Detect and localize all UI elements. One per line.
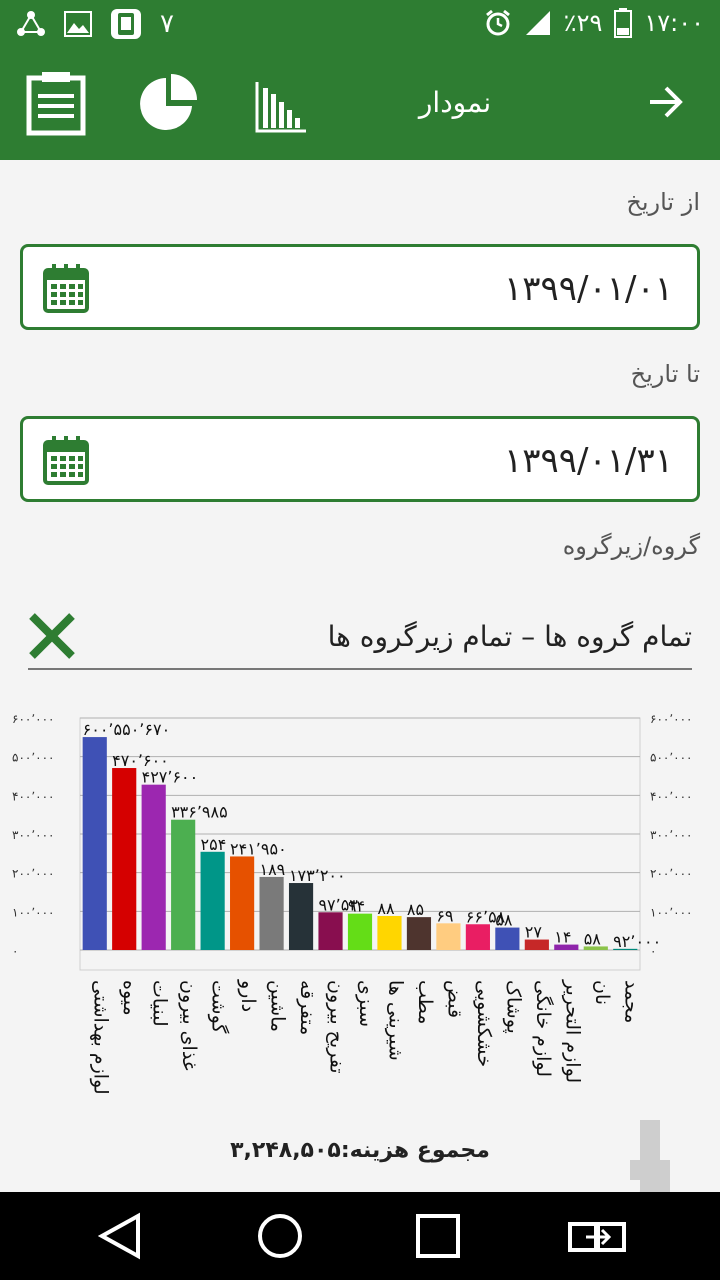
page-title: نمودار: [418, 86, 492, 119]
bar: [377, 915, 402, 950]
image-icon: [64, 11, 92, 37]
category-label: مطب: [414, 980, 436, 1024]
close-icon[interactable]: [28, 612, 76, 660]
category-label: نان: [591, 980, 613, 1005]
y-tick-label-right: ۵۰۰٬۰۰۰: [650, 751, 693, 765]
to-date-label: تا تاریخ: [630, 360, 700, 388]
category-label: قبض: [443, 980, 465, 1018]
category-label: تفریح بیرون: [326, 980, 348, 1074]
bar-value-label: ۳۳۶٬۹۸۵: [171, 803, 228, 822]
bar: [495, 927, 520, 950]
bar-value-label: ۲۵۴: [201, 835, 227, 854]
expense-bar-chart: ۰ ۰ ۱۰۰٬۰۰۰ ۱۰۰٬۰۰۰ ۲۰۰٬۰۰۰ ۲۰۰٬۰۰۰ ۳۰۰٬۰۰۰ ۳۰۰…: [0, 690, 720, 1150]
y-tick-label-left: ۳۰۰٬۰۰۰: [12, 828, 55, 842]
bar-value-label: ۶۰۰٬۵۵۰٬۶۷۰: [83, 720, 171, 739]
bar-value-label: ۶۹: [436, 906, 453, 925]
y-tick-label-right: ۱۰۰٬۰۰۰: [650, 905, 693, 919]
group-filter-text: تمام گروه ها – تمام زیرگروه ها: [327, 620, 692, 653]
bar-value-label: ۱۷۳٬۲۰۰: [289, 866, 346, 885]
bar-value-label: ۱۸۹: [259, 860, 285, 879]
y-tick-label-left: ۶۰۰٬۰۰۰: [12, 712, 55, 726]
app-icon: [111, 9, 141, 39]
bar: [347, 913, 373, 950]
bar: [230, 856, 255, 950]
y-tick-label-right: ۴۰۰٬۰۰۰: [650, 789, 693, 803]
report-icon[interactable]: [26, 70, 86, 136]
category-label: غذای بیرون: [178, 980, 200, 1071]
category-label: خشکشویی: [473, 980, 495, 1067]
category-label: شیرینی ها: [384, 980, 406, 1061]
to-date-value: ۱۳۹۹/۰۱/۳۱: [503, 441, 673, 481]
group-label: گروه/زیرگروه: [562, 532, 700, 560]
from-date-field[interactable]: ۱۳۹۹/۰۱/۰۱: [20, 244, 700, 330]
battery-icon: [614, 8, 633, 38]
y-tick-label-right: ۶۰۰٬۰۰۰: [650, 712, 693, 726]
bar-value-label: ۸۵: [407, 900, 424, 919]
bar: [318, 912, 343, 950]
bar: [82, 737, 107, 950]
category-label: میوه: [119, 980, 141, 1016]
bar-value-label: ۹۴: [348, 897, 365, 916]
bar-value-label: ۱۴: [554, 928, 571, 947]
bar: [171, 819, 196, 950]
chart-svg: ۰ ۰۱۰۰٬۰۰۰ ۱۰۰٬۰۰۰۲۰۰٬۰۰۰ ۲۰۰٬۰۰۰۳۰۰٬۰۰۰ ۳۰۰…: [12, 712, 693, 1095]
bar-value-label: ۹۲٬۰۰۰: [613, 932, 661, 951]
category-label: پوشاک: [502, 980, 524, 1034]
y-tick-label-left: ۲۰۰٬۰۰۰: [12, 867, 55, 881]
category-label: مجمد: [620, 980, 642, 1023]
bar-value-label: ۵۸: [495, 911, 513, 930]
category-label: لبنیات: [149, 980, 171, 1027]
bar: [259, 876, 284, 950]
battery-percent: ٪۲۹: [563, 9, 603, 37]
bar-value-label: ۲۴۱٬۹۵۰: [230, 839, 287, 858]
rotate-nav-icon[interactable]: [568, 1216, 626, 1256]
back-nav-icon[interactable]: [98, 1212, 144, 1260]
y-tick-label-right: ۳۰۰٬۰۰۰: [650, 828, 693, 842]
signal-icon: [525, 11, 550, 35]
category-label: گوشت: [208, 980, 231, 1034]
bar: [200, 851, 225, 950]
bar: [465, 924, 490, 950]
category-label: لوازم بهداشتی: [90, 980, 112, 1095]
category-label: دارو: [237, 979, 259, 1012]
bar: [288, 883, 314, 950]
y-tick-label-left: ۵۰۰٬۰۰۰: [12, 751, 55, 765]
back-arrow-icon[interactable]: [648, 84, 684, 120]
bar: [112, 768, 137, 950]
bar-value-label: ۵۸: [584, 929, 602, 948]
recents-nav-icon[interactable]: [414, 1212, 462, 1260]
from-date-value: ۱۳۹۹/۰۱/۰۱: [503, 269, 673, 309]
bar-value-label: ۲۷: [525, 923, 543, 942]
pie-chart-icon[interactable]: [138, 74, 198, 134]
bar-value-label: ۴۲۷٬۶۰۰: [142, 768, 199, 787]
app-bar: نمودار: [0, 50, 720, 160]
home-nav-icon[interactable]: [256, 1212, 304, 1260]
share-icon: [17, 11, 45, 36]
category-label: متفرقه: [296, 980, 318, 1035]
category-label: لوازم خانگی: [532, 980, 555, 1077]
notification-count: ۷: [160, 9, 174, 39]
bar-chart-icon[interactable]: [254, 80, 308, 134]
navigation-bar: [0, 1192, 720, 1280]
calendar-icon[interactable]: [43, 263, 89, 313]
bar: [141, 784, 166, 950]
group-filter-row[interactable]: تمام گروه ها – تمام زیرگروه ها: [28, 608, 692, 670]
y-tick-label-left: ۰: [12, 944, 18, 958]
category-label: ماشین: [267, 980, 289, 1032]
y-tick-label-right: ۲۰۰٬۰۰۰: [650, 867, 693, 881]
from-date-label: از تاریخ: [626, 188, 700, 216]
calendar-icon[interactable]: [43, 435, 89, 485]
status-bar: ۷ ٪۲۹ ۱۷:۰۰: [0, 0, 720, 50]
category-label: سبزی: [355, 980, 377, 1027]
bar: [436, 923, 461, 950]
y-tick-label-left: ۱۰۰٬۰۰۰: [12, 905, 55, 919]
bar: [406, 917, 432, 950]
alarm-icon: [485, 9, 510, 36]
category-label: لوازم التحریر: [561, 979, 583, 1083]
clock: ۱۷:۰۰: [644, 9, 704, 37]
to-date-field[interactable]: ۱۳۹۹/۰۱/۳۱: [20, 416, 700, 502]
y-tick-label-left: ۴۰۰٬۰۰۰: [12, 789, 55, 803]
bar-value-label: ۸۸: [377, 899, 395, 918]
